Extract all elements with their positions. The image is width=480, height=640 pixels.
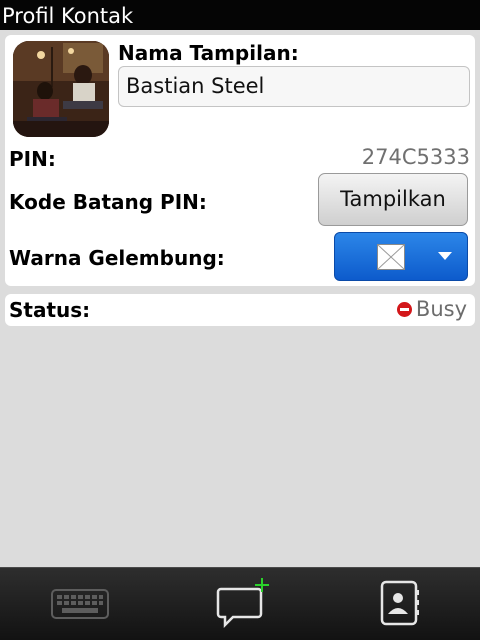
profile-card: Nama Tampilan: Bastian Steel PIN: 274C53… [5,35,475,286]
pin-label: PIN: [9,147,56,171]
contact-card-button[interactable] [360,568,440,640]
pin-barcode-label: Kode Batang PIN: [9,190,207,214]
bubble-color-label: Warna Gelembung: [9,246,225,270]
new-chat-button[interactable] [200,568,280,640]
bottom-action-bar [0,567,480,640]
avatar[interactable] [13,41,109,137]
avatar-photo [13,41,109,137]
status-label: Status: [9,298,91,322]
display-name-label: Nama Tampilan: [118,41,299,65]
color-swatch-icon [377,244,405,270]
chevron-down-icon [438,252,452,260]
new-chat-icon [216,578,269,629]
keyboard-button[interactable] [40,568,120,640]
pin-value: 274C5333 [361,145,470,169]
status-value: Busy [396,297,467,321]
display-name-field[interactable]: Bastian Steel [118,66,470,107]
page-title: Profil Kontak [2,4,134,28]
title-bar: Profil Kontak [0,0,480,30]
status-text: Busy [415,297,467,321]
status-row[interactable]: Status: Busy [5,294,475,326]
bubble-color-dropdown[interactable] [334,232,468,281]
contact-card-icon [380,580,419,626]
contact-profile-screen: Profil Kontak Nama Tampilan: Bastian Ste… [0,0,480,640]
keyboard-icon [51,589,109,619]
busy-indicator-icon [396,301,412,317]
show-barcode-button[interactable]: Tampilkan [318,173,468,226]
